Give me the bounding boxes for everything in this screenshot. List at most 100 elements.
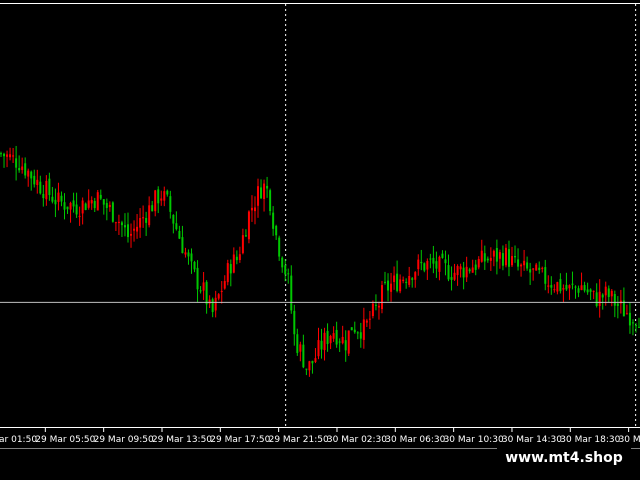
candle-down — [42, 193, 45, 199]
candle-down — [450, 277, 453, 280]
candle-up — [214, 297, 217, 311]
candle-down — [175, 223, 178, 230]
candle-down — [181, 237, 184, 254]
candle-down — [15, 158, 18, 168]
candle-up — [453, 272, 456, 280]
candle-down — [145, 217, 148, 223]
candle-down — [190, 253, 193, 262]
candle-down — [30, 171, 33, 179]
candle-up — [220, 290, 223, 292]
x-tick-label: 29 Mar 17:50 — [210, 435, 270, 445]
candle-down — [296, 334, 299, 353]
candle-down — [126, 224, 129, 238]
candle-down — [193, 261, 196, 270]
candle-down — [374, 304, 377, 306]
candle-down — [157, 189, 160, 204]
candle-down — [595, 292, 598, 306]
candle-up — [498, 252, 501, 259]
candle-up — [610, 290, 613, 297]
candle-up — [45, 180, 48, 200]
candle-down — [54, 199, 57, 205]
candle-up — [314, 358, 317, 362]
candle-up — [117, 221, 120, 224]
candle-up — [90, 200, 93, 204]
candle-up — [341, 336, 344, 344]
candle-down — [435, 261, 438, 269]
candle-up — [78, 215, 81, 217]
candle-down — [278, 237, 281, 257]
candle-up — [148, 205, 151, 226]
candle-up — [604, 286, 607, 296]
candle-down — [350, 327, 353, 331]
candle-down — [39, 181, 42, 194]
price-chart: 29 Mar 01:5029 Mar 05:5029 Mar 09:5029 M… — [0, 0, 640, 480]
candle-down — [120, 222, 123, 226]
candle-up — [399, 279, 402, 292]
candle-down — [172, 214, 175, 224]
candle-up — [438, 256, 441, 272]
candle-up — [492, 250, 495, 257]
candle-down — [601, 294, 604, 298]
candle-down — [260, 187, 263, 199]
candle-down — [616, 303, 619, 306]
candle-down — [178, 230, 181, 239]
candle-up — [332, 333, 335, 339]
candle-down — [48, 178, 51, 196]
candle-down — [544, 267, 547, 284]
candle-down — [571, 283, 574, 285]
candle-up — [380, 285, 383, 310]
candle-up — [6, 154, 9, 157]
candle-up — [133, 228, 136, 231]
candle-up — [154, 190, 157, 212]
candle-down — [284, 265, 287, 275]
candle-up — [556, 282, 559, 292]
candle-up — [184, 252, 187, 255]
candle-up — [456, 266, 459, 276]
candle-up — [299, 344, 302, 352]
candle-up — [568, 285, 571, 289]
candle-up — [408, 276, 411, 285]
candle-up — [253, 207, 256, 212]
x-tick-label: 30 Mar 02:30 — [327, 435, 387, 445]
candle-up — [511, 256, 514, 266]
candle-up — [247, 211, 250, 240]
candle-up — [592, 290, 595, 292]
candle-up — [27, 170, 30, 177]
candle-up — [263, 183, 266, 200]
candle-up — [202, 282, 205, 291]
candle-down — [99, 194, 102, 199]
candle-down — [281, 257, 284, 268]
candle-up — [598, 291, 601, 307]
candle-down — [111, 202, 114, 222]
candle-down — [420, 261, 423, 264]
candle-down — [353, 329, 356, 333]
candle-up — [238, 254, 241, 261]
candle-down — [51, 196, 54, 202]
candle-up — [139, 218, 142, 228]
candle-up — [323, 332, 326, 351]
candle-down — [0, 153, 2, 155]
candle-down — [102, 199, 105, 205]
candle-down — [302, 344, 305, 368]
candle-down — [320, 340, 323, 350]
candle-down — [266, 185, 269, 189]
candle-up — [329, 336, 332, 344]
plot-background — [0, 0, 640, 480]
candle-down — [335, 329, 338, 345]
candle-down — [589, 289, 592, 292]
candle-down — [486, 258, 489, 261]
candle-down — [396, 273, 399, 291]
candle-up — [87, 200, 90, 208]
candle-down — [18, 168, 21, 171]
candle-down — [495, 248, 498, 262]
candle-up — [377, 305, 380, 308]
candle-down — [105, 203, 108, 208]
candle-up — [347, 330, 350, 354]
candle-down — [229, 264, 232, 274]
candle-up — [520, 264, 523, 267]
candle-down — [631, 322, 634, 324]
x-tick-label: 29 Mar 09:50 — [94, 435, 154, 445]
candle-down — [244, 235, 247, 237]
candle-up — [368, 318, 371, 320]
candle-down — [169, 196, 172, 212]
